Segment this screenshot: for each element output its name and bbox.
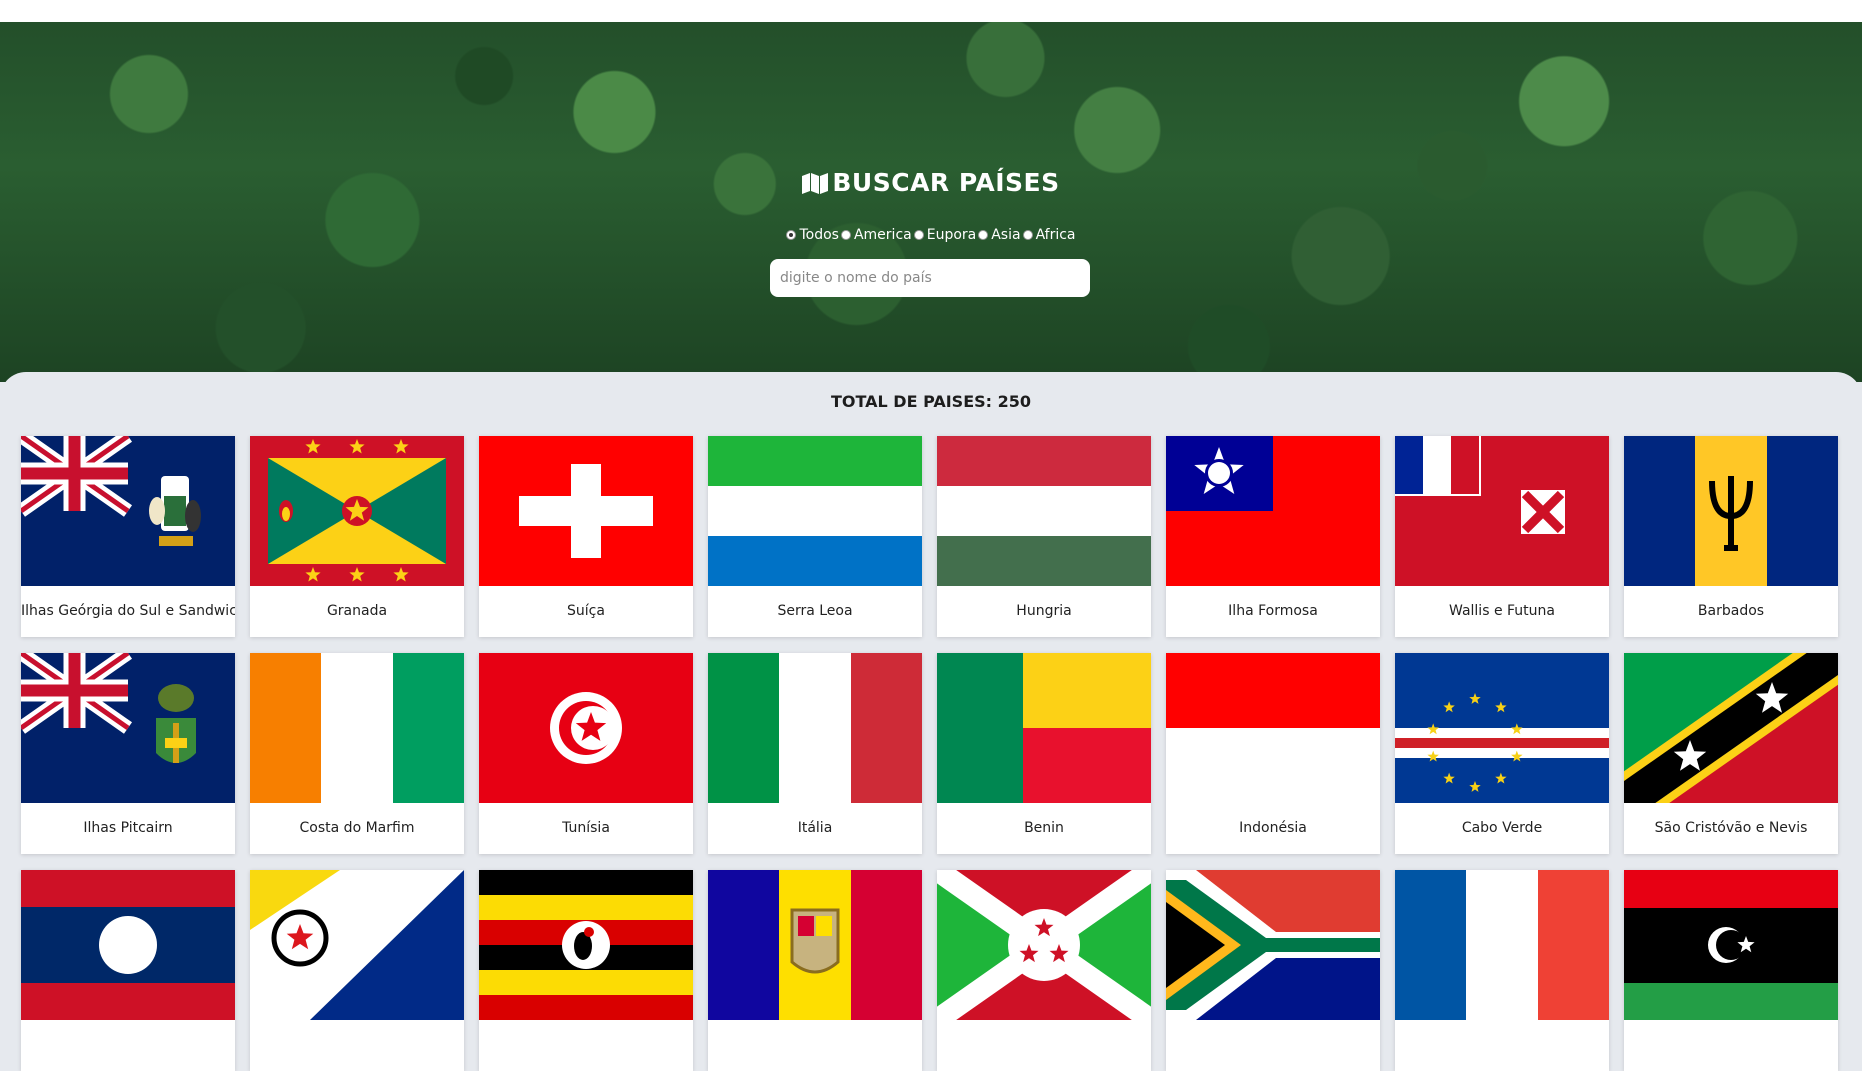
country-card[interactable]: São Cristóvão e Nevis: [1624, 653, 1838, 854]
flag-image: [1395, 436, 1609, 586]
country-name: [479, 1020, 693, 1071]
flag-image: [1395, 653, 1609, 803]
filter-asia[interactable]: Asia: [978, 227, 1021, 243]
country-name: Benin: [1024, 820, 1064, 836]
radio-button[interactable]: [840, 230, 851, 240]
country-name: Tunísia: [562, 820, 610, 836]
country-name: [21, 1020, 235, 1071]
flag-image: [1166, 436, 1380, 586]
radio-button[interactable]: [786, 230, 797, 240]
country-name: Indonésia: [1239, 820, 1307, 836]
radio-button[interactable]: [1022, 230, 1033, 240]
country-name: [250, 1020, 464, 1071]
country-card[interactable]: [708, 870, 922, 1071]
country-name: [937, 1020, 1151, 1071]
country-card[interactable]: Barbados: [1624, 436, 1838, 637]
filter-africa[interactable]: Africa: [1022, 227, 1076, 243]
country-card[interactable]: [1395, 870, 1609, 1071]
country-name: Hungria: [1016, 603, 1072, 619]
country-card[interactable]: Cabo Verde: [1395, 653, 1609, 854]
country-card[interactable]: Suíça: [479, 436, 693, 637]
flag-image: [250, 653, 464, 803]
map-icon: [802, 171, 829, 200]
country-name: Serra Leoa: [777, 603, 853, 619]
flag-image: [250, 870, 464, 1020]
country-card[interactable]: [937, 870, 1151, 1071]
country-name: Barbados: [1697, 603, 1765, 619]
country-card[interactable]: Ilhas Geórgia do Sul e Sandwich: [21, 436, 235, 637]
flag-image: [1624, 436, 1838, 586]
country-name: Ilhas Pitcairn: [83, 820, 173, 836]
filter-label: Eupora: [926, 227, 977, 243]
country-card[interactable]: Hungria: [937, 436, 1151, 637]
flag-image: [1166, 653, 1380, 803]
filter-label: America: [853, 227, 912, 243]
country-name: [1395, 1020, 1609, 1071]
page-title-text: BUSCAR PAÍSES: [832, 168, 1060, 197]
search-input[interactable]: [770, 259, 1090, 297]
flag-image: [937, 653, 1151, 803]
country-card[interactable]: [1166, 870, 1380, 1071]
country-name: [708, 1020, 922, 1071]
flag-image: [708, 653, 922, 803]
flag-image: [708, 436, 922, 586]
country-name: Ilha Formosa: [1228, 603, 1318, 619]
country-card[interactable]: Itália: [708, 653, 922, 854]
country-card[interactable]: Ilha Formosa: [1166, 436, 1380, 637]
filter-label: Todos: [799, 227, 839, 243]
country-name: Suíça: [567, 603, 605, 619]
page-title: BUSCAR PAÍSES: [0, 168, 1862, 200]
country-name: São Cristóvão e Nevis: [1654, 820, 1808, 836]
country-name: Granada: [326, 603, 388, 619]
country-name: Itália: [797, 820, 833, 836]
country-card[interactable]: Costa do Marfim: [250, 653, 464, 854]
country-card[interactable]: Tunísia: [479, 653, 693, 854]
country-card[interactable]: Wallis e Futuna: [1395, 436, 1609, 637]
country-name: Costa do Marfim: [299, 820, 415, 836]
country-card[interactable]: [21, 870, 235, 1071]
region-filter: Todos America Eupora Asia Africa: [0, 227, 1862, 244]
flag-image: [1166, 870, 1380, 1020]
flag-image: [1624, 653, 1838, 803]
top-bar: [0, 0, 1862, 22]
country-card[interactable]: Serra Leoa: [708, 436, 922, 637]
country-name: Wallis e Futuna: [1449, 603, 1555, 619]
country-card[interactable]: [1624, 870, 1838, 1071]
country-card[interactable]: [250, 870, 464, 1071]
flag-image: [937, 870, 1151, 1020]
flag-image: [708, 870, 922, 1020]
flag-image: [479, 653, 693, 803]
filter-todos[interactable]: Todos: [786, 227, 839, 243]
country-name: Cabo Verde: [1461, 820, 1543, 836]
flag-image: [479, 870, 693, 1020]
flag-image: [1624, 870, 1838, 1020]
filter-label: Africa: [1035, 227, 1076, 243]
radio-button[interactable]: [978, 230, 989, 240]
country-card[interactable]: Ilhas Pitcairn: [21, 653, 235, 854]
country-card[interactable]: Benin: [937, 653, 1151, 854]
flag-image: [21, 436, 235, 586]
filter-america[interactable]: America: [840, 227, 912, 243]
country-card[interactable]: [479, 870, 693, 1071]
country-card[interactable]: Granada: [250, 436, 464, 637]
filter-eupora[interactable]: Eupora: [913, 227, 977, 243]
filter-label: Asia: [991, 227, 1021, 243]
country-name: [1624, 1020, 1838, 1071]
flag-image: [1395, 870, 1609, 1020]
flag-image: [21, 870, 235, 1020]
flag-image: [479, 436, 693, 586]
country-name: [1166, 1020, 1380, 1071]
country-card[interactable]: Indonésia: [1166, 653, 1380, 854]
flag-image: [21, 653, 235, 803]
flag-image: [937, 436, 1151, 586]
hero-banner: [0, 22, 1862, 382]
total-count: TOTAL DE PAISES: 250: [830, 392, 1032, 411]
country-name: Ilhas Geórgia do Sul e Sandwich: [21, 603, 235, 619]
flag-image: [250, 436, 464, 586]
radio-button[interactable]: [913, 230, 924, 240]
